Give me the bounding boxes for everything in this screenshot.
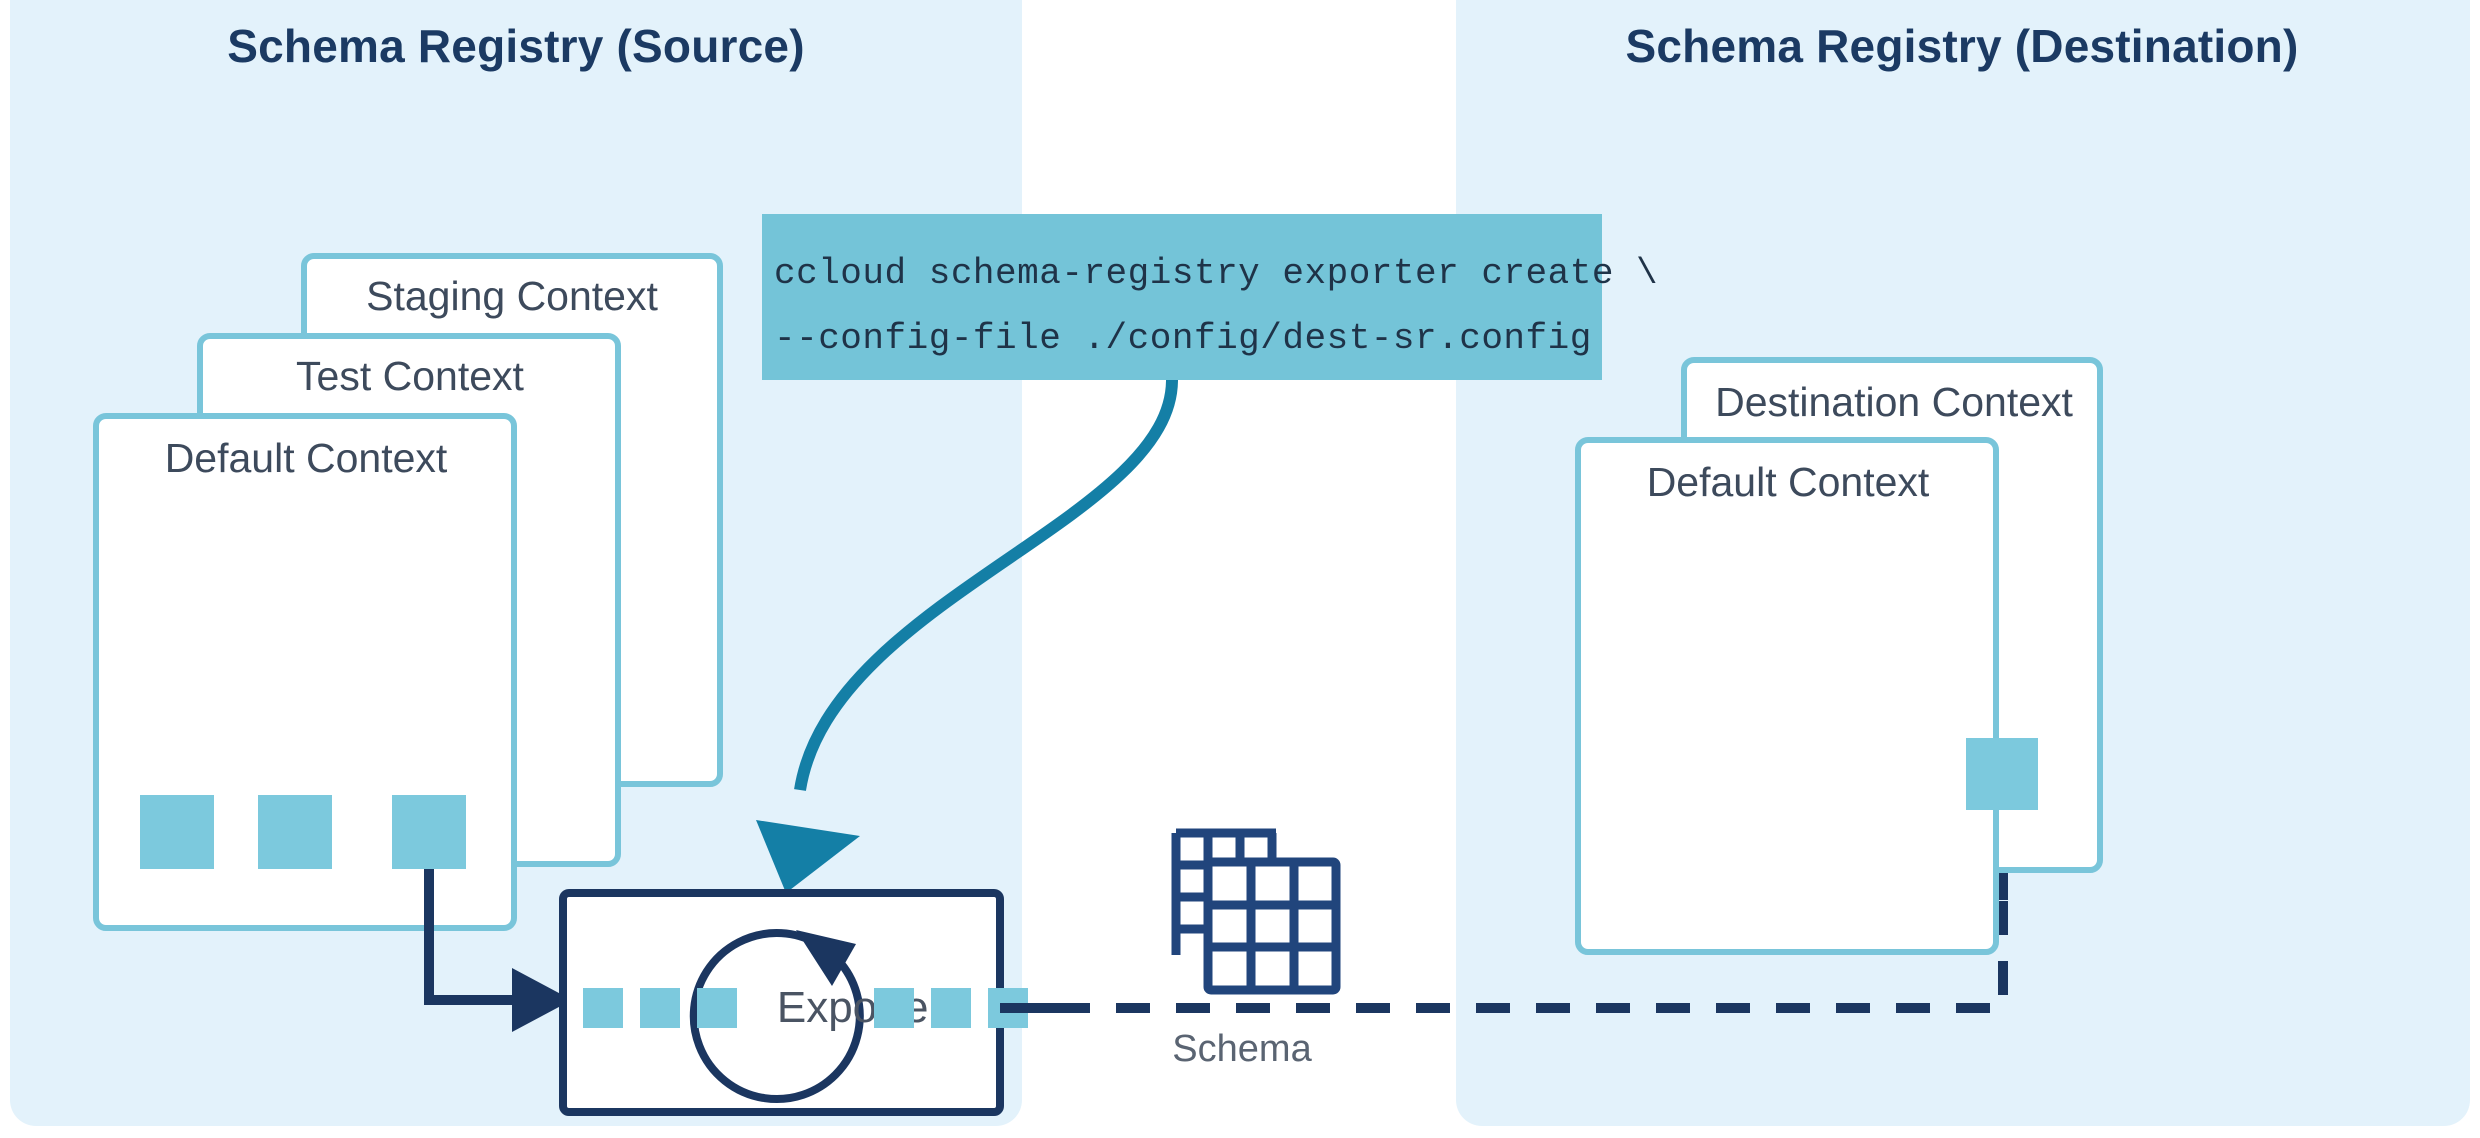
source-panel-title: Schema Registry (Source) [227, 20, 804, 72]
exporter-square-left-2 [640, 988, 680, 1028]
schema-label: Schema [1172, 1028, 1312, 1070]
destination-context-label-default: Default Context [1647, 459, 1930, 505]
exporter-square-right-2 [931, 988, 971, 1028]
cli-command-line-1: ccloud schema-registry exporter create \ [774, 253, 1658, 294]
source-context-label-staging: Staging Context [366, 273, 658, 319]
source-context-label-default: Default Context [165, 435, 448, 481]
source-schema-square-3 [392, 795, 466, 869]
source-context-label-test: Test Context [296, 353, 524, 399]
destination-context-label-destination: Destination Context [1715, 379, 2073, 425]
destination-context-card-default[interactable] [1575, 437, 1999, 955]
source-schema-square-1 [140, 795, 214, 869]
exporter-label: Exporter [777, 983, 943, 1032]
destination-schema-square [1966, 738, 2038, 810]
source-schema-square-2 [258, 795, 332, 869]
exporter-square-right-1 [874, 988, 914, 1028]
schema-registry-exporter-diagram: Schema Registry (Source) Schema Registry… [10, 0, 2470, 1126]
cli-command-line-2: --config-file ./config/dest-sr.config [774, 318, 1592, 359]
exporter-square-left-1 [583, 988, 623, 1028]
diagram-canvas: Schema Registry (Source) Schema Registry… [0, 0, 2480, 1138]
destination-panel-title: Schema Registry (Destination) [1626, 20, 2299, 72]
exporter-square-left-3 [697, 988, 737, 1028]
schema-grid-icon [1171, 828, 1341, 995]
